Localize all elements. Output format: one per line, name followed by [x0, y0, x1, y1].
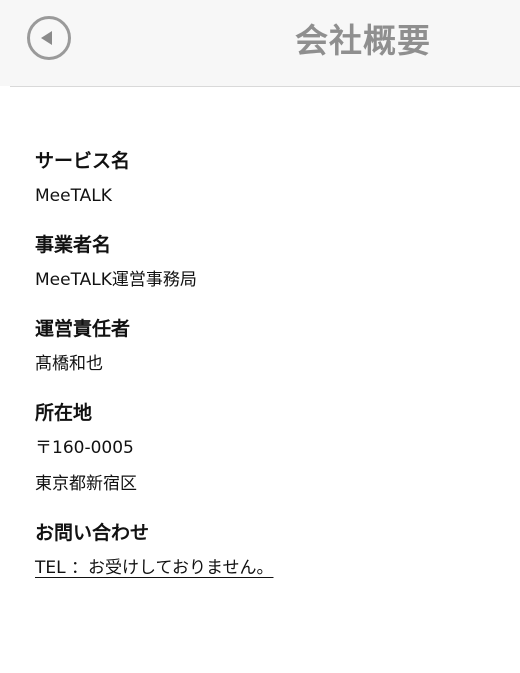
header-bar: 会社概要 [0, 0, 520, 86]
section-business-operator: 事業者名 MeeTALK運営事務局 [35, 232, 505, 292]
section-address: 所在地 〒160-0005 東京都新宿区 [35, 400, 505, 496]
section-heading: 所在地 [35, 402, 93, 424]
back-button[interactable] [27, 16, 71, 60]
section-heading: 事業者名 [35, 234, 112, 256]
address-value: 東京都新宿区 [35, 474, 137, 494]
section-heading: サービス名 [35, 150, 131, 172]
responsible-person-value: 髙橋和也 [35, 354, 103, 374]
contact-tel-link[interactable]: TEL ：お受けしておりません。 [35, 558, 273, 578]
postal-code: 〒160-0005 [35, 438, 134, 458]
business-operator-value: MeeTALK運営事務局 [35, 270, 197, 290]
company-overview: サービス名 MeeTALK 事業者名 MeeTALK運営事務局 運営責任者 髙橋… [35, 148, 505, 604]
back-arrow-icon [41, 31, 52, 45]
service-name-value: MeeTALK [35, 186, 112, 206]
section-heading: お問い合わせ [35, 522, 150, 544]
section-contact: お問い合わせ TEL ：お受けしておりません。 [35, 520, 505, 580]
section-service-name: サービス名 MeeTALK [35, 148, 505, 208]
header-divider [10, 86, 520, 87]
section-responsible-person: 運営責任者 髙橋和也 [35, 316, 505, 376]
page-title: 会社概要 [295, 21, 431, 60]
contact-line: TEL ：お受けしておりません。 [35, 556, 505, 580]
section-heading: 運営責任者 [35, 318, 131, 340]
